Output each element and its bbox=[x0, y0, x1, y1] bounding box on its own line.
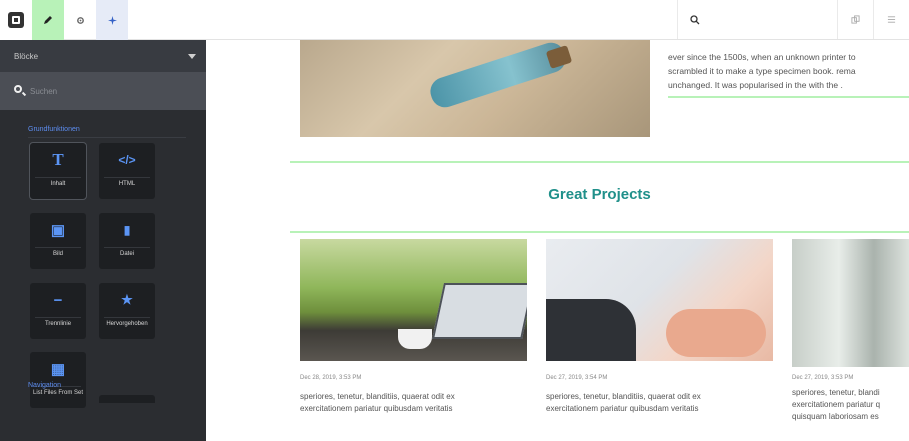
image-icon: ▣ bbox=[50, 222, 66, 239]
project-card[interactable]: Dec 28, 2019, 3:53 PM speriores, tenetur… bbox=[300, 239, 527, 415]
toolbar-search[interactable] bbox=[677, 0, 837, 39]
project-image bbox=[546, 239, 773, 361]
divider bbox=[668, 96, 909, 98]
list-files-icon: ▦ bbox=[50, 361, 66, 378]
menu-button[interactable] bbox=[873, 0, 909, 39]
settings-button[interactable] bbox=[64, 0, 96, 40]
star-icon: ★ bbox=[121, 292, 133, 307]
divider bbox=[290, 231, 909, 233]
project-card[interactable]: Dec 27, 2019, 3:54 PM speriores, tenetur… bbox=[546, 239, 773, 415]
block-tile-label: Inhalt bbox=[50, 181, 66, 187]
project-text: speriores, tenetur, blanditiis, quaerat … bbox=[300, 392, 455, 413]
project-text: speriores, tenetur, blandi exercitatione… bbox=[792, 388, 881, 421]
copy-icon bbox=[851, 15, 860, 24]
block-tile-label: Bild bbox=[52, 251, 63, 257]
app-logo-button[interactable] bbox=[0, 0, 32, 40]
block-tile-bild[interactable]: ▣ Bild bbox=[30, 213, 86, 269]
blocks-dropdown-label: Blöcke bbox=[14, 51, 39, 61]
search-icon bbox=[690, 14, 700, 24]
project-date: Dec 27, 2019, 3:54 PM bbox=[546, 375, 608, 381]
block-search-input[interactable] bbox=[30, 86, 180, 96]
text-icon: T bbox=[52, 150, 64, 169]
block-tile-datei[interactable]: ▮ Datei bbox=[99, 213, 155, 269]
block-tile-html[interactable]: </> HTML bbox=[99, 143, 155, 199]
section-title: Great Projects bbox=[548, 186, 651, 203]
copy-button[interactable] bbox=[837, 0, 873, 39]
block-tiles: T Inhalt </> HTML ▣ Bild ▮ Datei − Trenn… bbox=[0, 138, 206, 408]
pencil-icon bbox=[44, 16, 52, 24]
block-search bbox=[0, 72, 206, 110]
block-tile-label: Hervorgehoben bbox=[106, 321, 148, 327]
chevron-down-icon bbox=[188, 53, 196, 59]
top-toolbar bbox=[0, 0, 909, 40]
file-icon: ▮ bbox=[123, 223, 131, 237]
project-text: speriores, tenetur, blanditiis, quaerat … bbox=[546, 392, 701, 413]
project-date: Dec 27, 2019, 3:53 PM bbox=[792, 375, 854, 381]
section-label-basics: Grundfunktionen bbox=[28, 126, 80, 133]
block-tile-label: Datei bbox=[119, 251, 134, 257]
project-image bbox=[300, 239, 527, 361]
menu-icon bbox=[887, 16, 896, 23]
block-tile-trennlinie[interactable]: − Trennlinie bbox=[30, 283, 86, 339]
divider bbox=[290, 161, 909, 163]
blocks-sidebar: Blöcke Grundfunktionen T Inhalt </> HTML… bbox=[0, 40, 206, 441]
block-tile-inhalt[interactable]: T Inhalt bbox=[29, 142, 87, 200]
block-tile-partial[interactable] bbox=[99, 395, 155, 403]
divider-icon: − bbox=[53, 291, 63, 309]
add-block-button[interactable] bbox=[96, 0, 128, 40]
edit-mode-button[interactable] bbox=[32, 0, 64, 40]
blocks-dropdown[interactable]: Blöcke bbox=[0, 40, 206, 72]
logo-icon bbox=[8, 12, 24, 28]
page-canvas: ever since the 1500s, when an unknown pr… bbox=[206, 40, 909, 441]
search-icon bbox=[14, 85, 22, 93]
section-label-navigation: Navigation bbox=[28, 382, 62, 389]
hero-image bbox=[300, 40, 650, 137]
gear-icon bbox=[76, 16, 84, 24]
project-date: Dec 28, 2019, 3:53 PM bbox=[300, 375, 362, 381]
code-icon: </> bbox=[118, 153, 136, 167]
hero-text: ever since the 1500s, when an unknown pr… bbox=[668, 52, 856, 90]
project-card[interactable]: Dec 27, 2019, 3:53 PM speriores, tenetur… bbox=[792, 239, 909, 423]
block-tile-hervorgehoben[interactable]: ★ Hervorgehoben bbox=[99, 283, 155, 339]
block-tile-partial[interactable] bbox=[30, 395, 86, 403]
sparkle-icon bbox=[107, 15, 117, 25]
block-tile-label: Trennlinie bbox=[44, 321, 72, 327]
block-tile-label: HTML bbox=[118, 181, 136, 187]
project-image bbox=[792, 239, 909, 367]
